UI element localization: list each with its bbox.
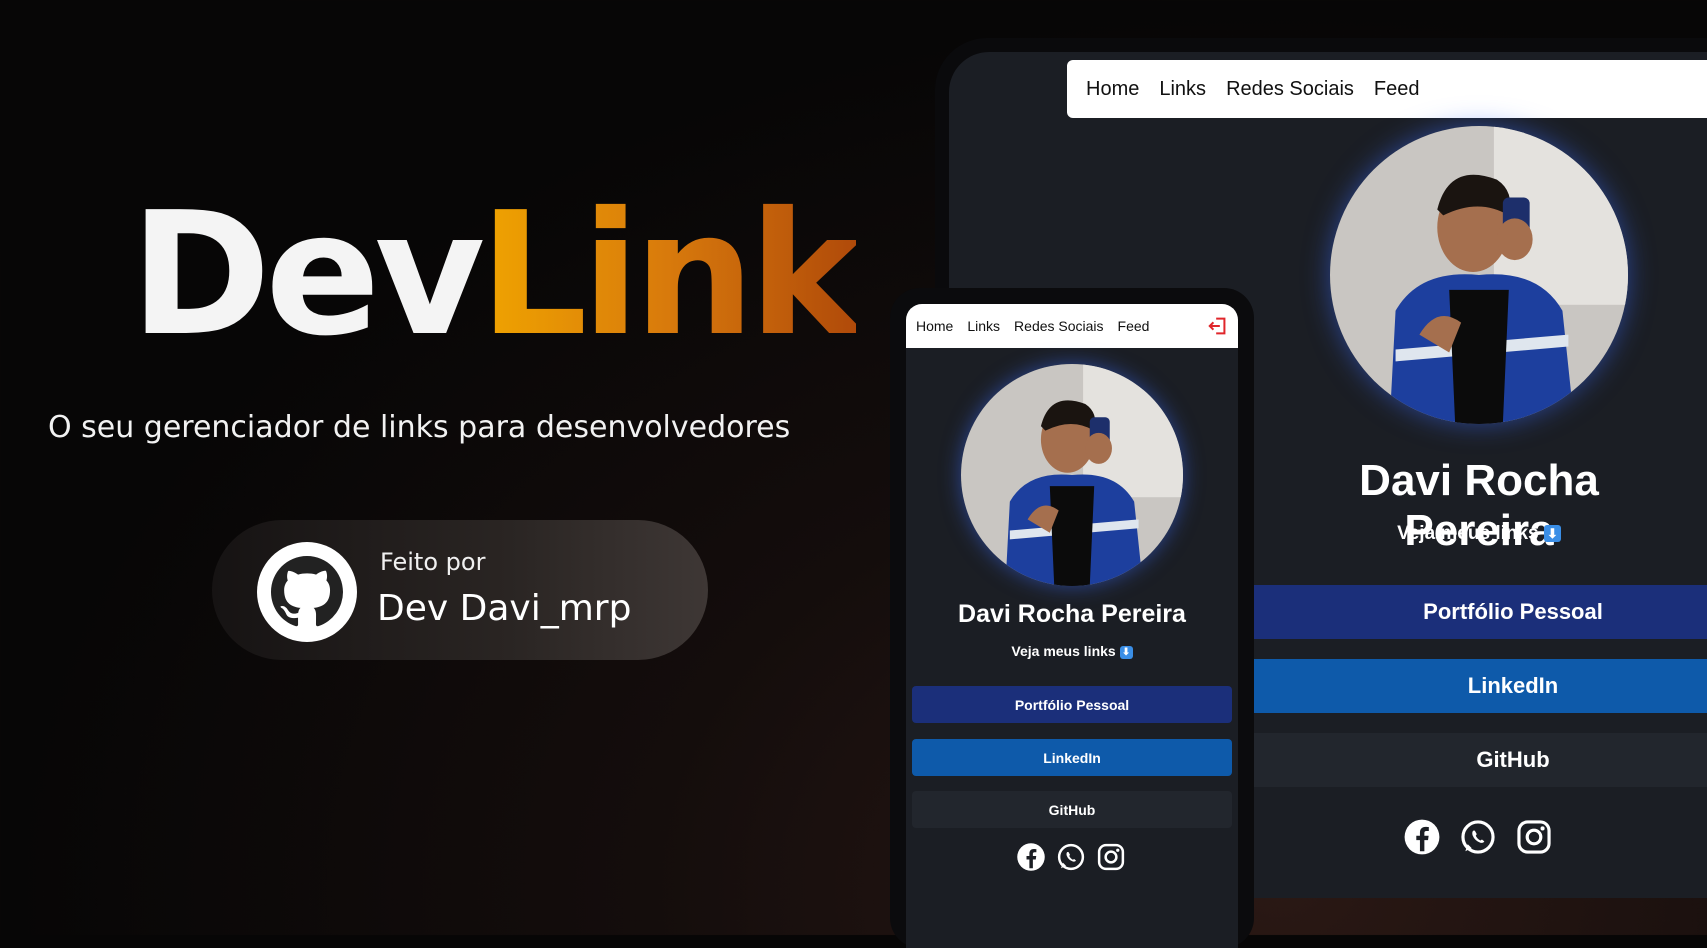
nav-social[interactable]: Redes Sociais: [1014, 318, 1104, 334]
tablet-navbar: Home Links Redes Sociais Feed: [1067, 60, 1707, 118]
avatar: [961, 364, 1183, 586]
social-icons: [1403, 818, 1553, 861]
phone-mockup: Home Links Redes Sociais Feed Davi Rocha…: [890, 288, 1254, 948]
nav-feed[interactable]: Feed: [1374, 78, 1420, 101]
phone-navbar: Home Links Redes Sociais Feed: [906, 304, 1238, 348]
whatsapp-icon[interactable]: [1056, 842, 1086, 877]
logo-dev-text: Dev: [130, 176, 485, 374]
linkedin-button[interactable]: LinkedIn: [912, 739, 1232, 776]
github-button[interactable]: GitHub: [1253, 733, 1707, 787]
portfolio-button[interactable]: Portfólio Pessoal: [912, 686, 1232, 723]
arrow-down-icon: ⬇: [1543, 525, 1561, 543]
author-name: Dev Davi_mrp: [377, 588, 632, 629]
profile-name: Davi Rocha Pereira: [958, 600, 1186, 628]
portfolio-button[interactable]: Portfólio Pessoal: [1253, 585, 1707, 639]
profile-subtitle: Veja meus links ⬇: [1279, 523, 1679, 545]
author-badge[interactable]: Feito por Dev Davi_mrp: [212, 520, 708, 660]
nav-home[interactable]: Home: [916, 318, 953, 334]
nav-home[interactable]: Home: [1086, 78, 1139, 101]
whatsapp-icon[interactable]: [1459, 818, 1497, 861]
logout-icon[interactable]: [1207, 315, 1229, 342]
profile-subtitle-text: Veja meus links: [1011, 643, 1116, 659]
github-icon: [257, 542, 357, 642]
profile-subtitle: Veja meus links ⬇: [906, 643, 1238, 659]
profile-subtitle-text: Veja meus links: [1397, 523, 1539, 544]
linkedin-button[interactable]: LinkedIn: [1253, 659, 1707, 713]
facebook-icon[interactable]: [1016, 842, 1046, 877]
phone-screen: Home Links Redes Sociais Feed Davi Rocha…: [906, 304, 1238, 948]
github-button[interactable]: GitHub: [912, 791, 1232, 828]
devlink-logo: DevLink: [130, 190, 862, 360]
made-by-label: Feito por: [380, 548, 486, 576]
nav-links[interactable]: Links: [1159, 78, 1206, 101]
nav-links[interactable]: Links: [967, 318, 1000, 334]
arrow-down-icon: ⬇: [1119, 645, 1133, 659]
social-icons: [1016, 842, 1126, 877]
nav-feed[interactable]: Feed: [1118, 318, 1150, 334]
logo-link-text: Link: [479, 176, 862, 374]
avatar: [1330, 126, 1628, 424]
facebook-icon[interactable]: [1403, 818, 1441, 861]
instagram-icon[interactable]: [1096, 842, 1126, 877]
nav-social[interactable]: Redes Sociais: [1226, 78, 1354, 101]
tagline: O seu gerenciador de links para desenvol…: [48, 410, 791, 445]
instagram-icon[interactable]: [1515, 818, 1553, 861]
